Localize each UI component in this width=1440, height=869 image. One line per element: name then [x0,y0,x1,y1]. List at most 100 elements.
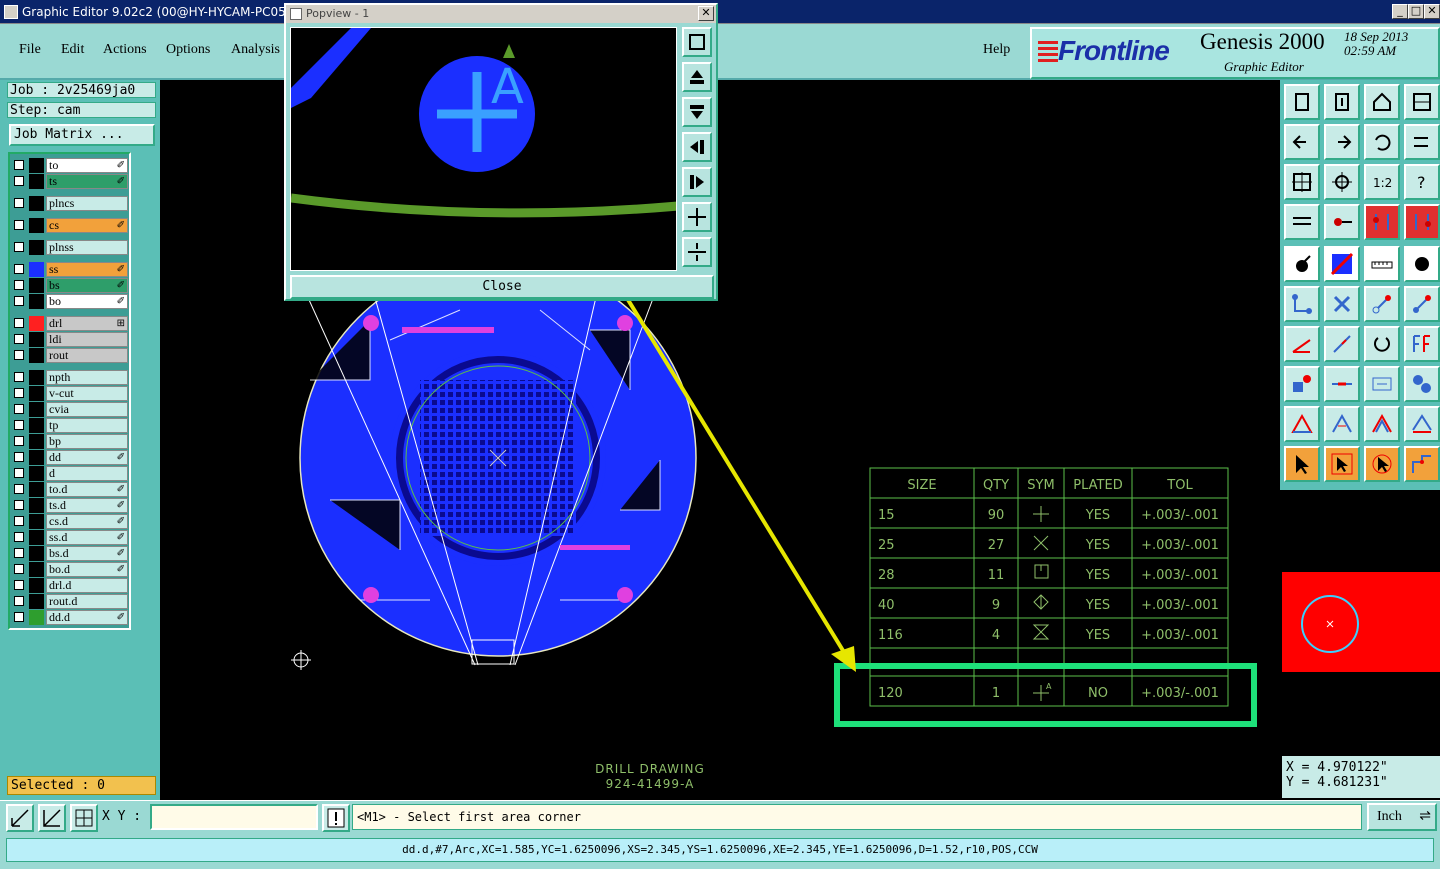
angle-tool[interactable] [1284,326,1320,362]
minus-tool[interactable] [1324,366,1360,402]
layer-name[interactable]: to.d ✐ [46,482,128,497]
layer-checkbox[interactable] [14,350,24,360]
layer-row-ss-d[interactable]: ss.d ✐ [10,530,129,545]
layer-row-plncs[interactable]: plncs [10,196,129,211]
layer-row-plnss[interactable]: plnss [10,240,129,255]
layer-checkbox[interactable] [14,334,24,344]
menu-analysis[interactable]: Analysis [231,42,280,58]
home-tool[interactable] [1364,84,1400,120]
scale-tool[interactable]: 1:2 [1364,164,1400,200]
layer-color-swatch[interactable] [29,386,44,401]
slash-tool[interactable] [1324,326,1360,362]
layer-row-ts[interactable]: ts ✐ [10,174,129,189]
snap-button[interactable] [6,804,34,832]
layer-row-drl[interactable]: drl ⊞ [10,316,129,331]
line-tool[interactable] [1324,246,1360,282]
connect-tool[interactable] [1284,286,1320,322]
layer-row-v-cut[interactable]: v-cut [10,386,129,401]
xy-input[interactable] [150,804,318,830]
layer-color-swatch[interactable] [29,594,44,609]
layer-name[interactable]: drl ⊞ [46,316,128,331]
layer-checkbox[interactable] [14,548,24,558]
popview-zoom-home-button[interactable] [682,27,712,57]
grid-button[interactable] [70,804,98,832]
route-tool[interactable] [1404,446,1440,482]
layer-color-swatch[interactable] [29,240,44,255]
close-window-button[interactable]: ✕ [1424,4,1440,19]
layer-row-cvia[interactable]: cvia [10,402,129,417]
layer-checkbox[interactable] [14,420,24,430]
maximize-button[interactable]: □ [1408,4,1424,19]
layer-name[interactable]: cvia [46,402,128,417]
layer-checkbox[interactable] [14,176,24,186]
popview-close-icon[interactable]: ✕ [698,6,714,21]
rotate-tool[interactable] [1364,326,1400,362]
menu-help[interactable]: Help [983,42,1010,58]
layer-color-swatch[interactable] [29,450,44,465]
probe-tool[interactable] [1324,204,1360,240]
layer-color-swatch[interactable] [29,278,44,293]
alert-icon[interactable] [322,804,350,832]
layer-row-to[interactable]: to ✐ [10,158,129,173]
layer-checkbox[interactable] [14,580,24,590]
layer-name[interactable]: bp [46,434,128,449]
popview-zoom-out-button[interactable] [682,237,712,267]
circle-tool[interactable] [1404,246,1440,282]
layer-checkbox[interactable] [14,612,24,622]
popview-close-button[interactable]: Close [290,275,714,299]
layer-name[interactable]: bo ✐ [46,294,128,309]
layer-checkbox[interactable] [14,388,24,398]
triangle-tool[interactable] [1284,406,1320,442]
layer-color-swatch[interactable] [29,418,44,433]
layer-name[interactable]: npth [46,370,128,385]
layer-color-swatch[interactable] [29,316,44,331]
layer-name[interactable]: v-cut [46,386,128,401]
layer-row-tp[interactable]: tp [10,418,129,433]
layer-checkbox[interactable] [14,596,24,606]
move-tool[interactable] [1364,286,1400,322]
layer-row-to-d[interactable]: to.d ✐ [10,482,129,497]
layer-name[interactable]: cs ✐ [46,218,128,233]
peak-tool[interactable] [1324,406,1360,442]
layout-tool[interactable] [1404,84,1440,120]
menu-file[interactable]: File [19,42,41,58]
pick-tool[interactable] [1364,446,1400,482]
redo-tool[interactable] [1404,124,1440,160]
menu-options[interactable]: Options [166,42,210,58]
layer-checkbox[interactable] [14,160,24,170]
layer-name[interactable]: drl.d [46,578,128,593]
measure-button[interactable] [38,804,66,832]
drc-tool[interactable] [1364,204,1400,240]
layer-name[interactable]: plnss [46,240,128,255]
snap-tool[interactable] [1284,366,1320,402]
menu-edit[interactable]: Edit [61,42,84,58]
center-tool[interactable] [1324,164,1360,200]
layer-name[interactable]: dd ✐ [46,450,128,465]
layer-row-rout[interactable]: rout [10,348,129,363]
layer-checkbox[interactable] [14,452,24,462]
layer-color-swatch[interactable] [29,434,44,449]
layer-color-swatch[interactable] [29,482,44,497]
layer-name[interactable]: cs.d ✐ [46,514,128,529]
layer-color-swatch[interactable] [29,370,44,385]
layer-checkbox[interactable] [14,242,24,252]
layer-checkbox[interactable] [14,318,24,328]
layer-color-swatch[interactable] [29,196,44,211]
layer-row-bp[interactable]: bp [10,434,129,449]
layer-name[interactable]: bs.d ✐ [46,546,128,561]
layer-checkbox[interactable] [14,220,24,230]
layer-checkbox[interactable] [14,404,24,414]
open-job-tool[interactable] [1284,84,1320,120]
layer-color-swatch[interactable] [29,466,44,481]
minimap[interactable] [1282,490,1440,754]
drc-alt-tool[interactable] [1404,204,1440,240]
layer-color-swatch[interactable] [29,562,44,577]
layer-name[interactable]: plncs [46,196,128,211]
layer-row-ts-d[interactable]: ts.d ✐ [10,498,129,513]
pad-tool[interactable] [1284,246,1320,282]
layer-color-swatch[interactable] [29,546,44,561]
layer-row-rout-d[interactable]: rout.d [10,594,129,609]
layer-name[interactable]: d [46,466,128,481]
layer-name[interactable]: ss.d ✐ [46,530,128,545]
layer-name[interactable]: ts.d ✐ [46,498,128,513]
